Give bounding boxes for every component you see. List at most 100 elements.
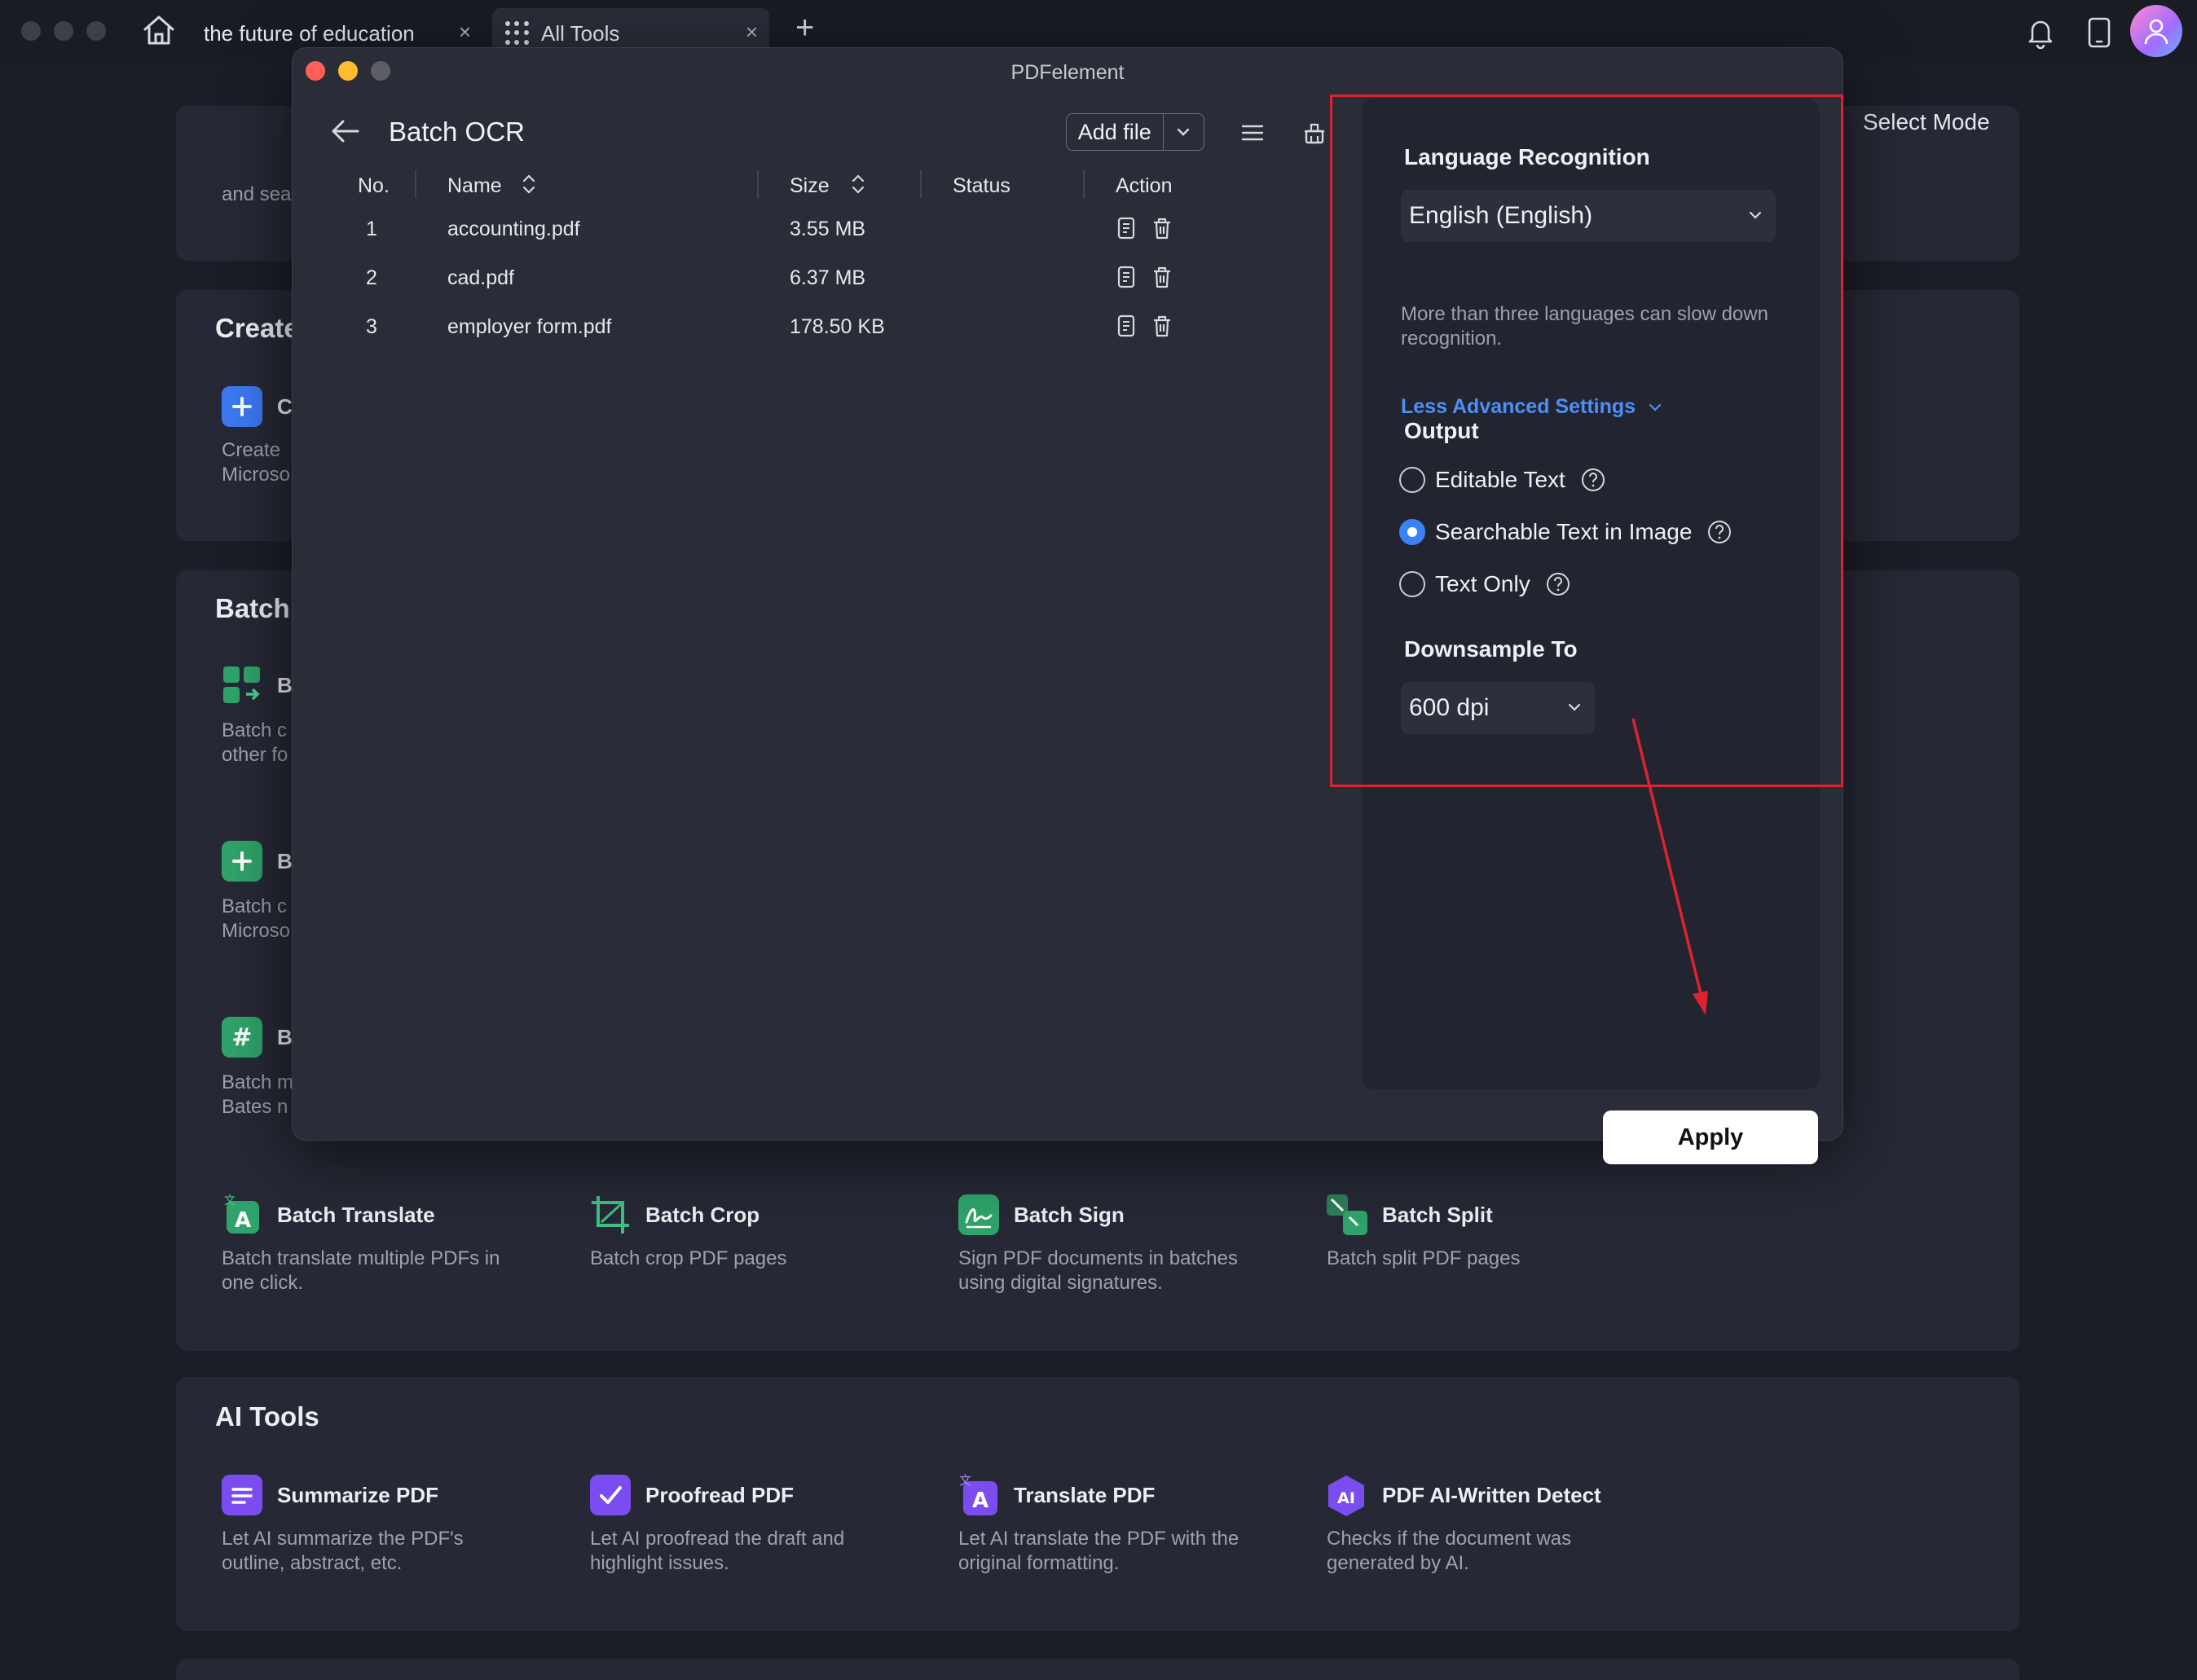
batch-crop-icon[interactable]	[588, 1193, 629, 1234]
tab-close-icon[interactable]: ×	[746, 20, 758, 45]
batch-tool-name[interactable]: B	[277, 673, 293, 698]
row-number: 3	[366, 315, 377, 338]
proofread-pdf-desc: Let AI proofread the draft and	[590, 1528, 845, 1550]
batch-translate-desc: Batch translate multiple PDFs in	[222, 1247, 500, 1269]
tab-title: All Tools	[541, 21, 620, 46]
file-size: 3.55 MB	[790, 218, 866, 240]
svg-text:A: A	[972, 1489, 988, 1513]
translate-pdf-desc: Let AI translate the PDF with the	[958, 1528, 1239, 1550]
create-heading: Create	[215, 313, 299, 343]
file-size: 178.50 KB	[790, 315, 885, 338]
create-desc: Microso	[222, 464, 291, 486]
page-title: Batch OCR	[389, 117, 525, 147]
batch-split-icon[interactable]	[1325, 1193, 1367, 1235]
row-number: 1	[366, 218, 377, 240]
bates-number-icon[interactable]: #	[222, 1017, 262, 1058]
ai-detect-name[interactable]: PDF AI-Written Detect	[1382, 1483, 1601, 1508]
delete-icon[interactable]	[1150, 265, 1174, 289]
file-name: cad.pdf	[447, 266, 515, 289]
column-header-action: Action	[1116, 174, 1173, 197]
window-close-button[interactable]	[21, 21, 41, 41]
batch-crop-name[interactable]: Batch Crop	[645, 1203, 759, 1228]
user-icon	[2144, 19, 2168, 45]
batch-tool-desc: Microso	[222, 920, 291, 942]
add-file-dropdown[interactable]	[1164, 114, 1204, 150]
sort-icon[interactable]	[850, 172, 866, 196]
tools-section-bottom	[176, 1659, 2019, 1680]
window-minimize-button[interactable]	[54, 21, 73, 41]
page-range-icon[interactable]	[1114, 216, 1138, 240]
avatar[interactable]	[2130, 5, 2182, 57]
batch-tool-desc: other fo	[222, 744, 288, 766]
batch-sign-icon[interactable]	[958, 1194, 999, 1235]
batch-convert-icon[interactable]	[222, 665, 262, 706]
select-mode-button[interactable]: Select Mode	[1863, 109, 1990, 135]
apply-button[interactable]: Apply	[1603, 1110, 1818, 1164]
create-desc: Create	[222, 439, 281, 461]
file-name: accounting.pdf	[447, 218, 580, 240]
column-divider[interactable]	[757, 170, 759, 198]
ai-detect-desc: generated by AI.	[1327, 1552, 1469, 1574]
tablet-icon[interactable]	[2081, 15, 2117, 51]
batch-split-desc: Batch split PDF pages	[1327, 1247, 1521, 1269]
column-header-size[interactable]: Size	[790, 174, 830, 198]
file-size: 6.37 MB	[790, 266, 866, 289]
batch-translate-icon[interactable]: A文	[218, 1193, 259, 1234]
proofread-pdf-desc: highlight issues.	[590, 1552, 729, 1574]
batch-tool-desc: Batch m	[222, 1071, 294, 1093]
page-range-icon[interactable]	[1114, 265, 1138, 289]
add-file-button[interactable]: Add file	[1067, 114, 1164, 150]
column-divider[interactable]	[1083, 170, 1085, 198]
sort-icon[interactable]	[521, 172, 537, 196]
batch-split-name[interactable]: Batch Split	[1382, 1203, 1493, 1228]
chevron-down-icon	[1178, 128, 1190, 136]
svg-text:A: A	[235, 1208, 251, 1233]
column-divider[interactable]	[920, 170, 922, 198]
page-range-icon[interactable]	[1114, 314, 1138, 338]
dialog-title: PDFelement	[1010, 61, 1125, 84]
summarize-pdf-name[interactable]: Summarize PDF	[277, 1483, 438, 1508]
batch-tool-name[interactable]: B	[277, 849, 293, 874]
svg-text:文: 文	[224, 1194, 236, 1207]
proofread-pdf-name[interactable]: Proofread PDF	[645, 1483, 794, 1508]
translate-pdf-icon[interactable]: A文	[955, 1471, 997, 1515]
summarize-icon[interactable]	[222, 1475, 262, 1515]
batch-sign-desc: using digital signatures.	[958, 1272, 1163, 1294]
bell-icon[interactable]	[2023, 15, 2058, 51]
svg-text:文: 文	[959, 1473, 971, 1488]
summarize-pdf-desc: Let AI summarize the PDF's	[222, 1528, 464, 1550]
column-header-name[interactable]: Name	[447, 174, 502, 198]
clear-all-icon[interactable]	[1300, 118, 1329, 147]
batch-heading: Batch	[215, 593, 290, 623]
ai-detect-desc: Checks if the document was	[1327, 1528, 1572, 1550]
list-view-icon[interactable]	[1238, 118, 1267, 147]
add-file-button-group: Add file	[1066, 113, 1204, 151]
batch-translate-name[interactable]: Batch Translate	[277, 1203, 435, 1228]
batch-tool-name[interactable]: B	[277, 1025, 293, 1050]
batch-sign-name[interactable]: Batch Sign	[1014, 1203, 1125, 1228]
proofread-icon[interactable]	[590, 1475, 631, 1515]
svg-text:AI: AI	[1337, 1489, 1355, 1507]
new-tab-button[interactable]: +	[795, 11, 814, 44]
create-pdf-icon[interactable]	[222, 386, 262, 427]
create-tool-name[interactable]: C	[277, 394, 293, 420]
tab-close-icon[interactable]: ×	[459, 20, 471, 45]
batch-tool-desc: Bates n	[222, 1096, 288, 1118]
column-divider[interactable]	[415, 170, 416, 198]
ai-detect-icon[interactable]: AI	[1323, 1473, 1364, 1516]
home-icon[interactable]	[140, 11, 178, 49]
batch-create-icon[interactable]	[222, 841, 262, 882]
grid-icon	[505, 21, 530, 46]
delete-icon[interactable]	[1150, 314, 1174, 338]
ai-tools-heading: AI Tools	[215, 1401, 319, 1432]
tab-title: the future of education	[204, 21, 415, 46]
translate-pdf-name[interactable]: Translate PDF	[1014, 1483, 1155, 1508]
back-arrow-icon[interactable]	[327, 113, 363, 149]
batch-crop-desc: Batch crop PDF pages	[590, 1247, 787, 1269]
translate-pdf-desc: original formatting.	[958, 1552, 1120, 1574]
batch-sign-desc: Sign PDF documents in batches	[958, 1247, 1238, 1269]
delete-icon[interactable]	[1150, 216, 1174, 240]
row-number: 2	[366, 266, 377, 289]
file-name: employer form.pdf	[447, 315, 612, 338]
window-zoom-button[interactable]	[86, 21, 106, 41]
